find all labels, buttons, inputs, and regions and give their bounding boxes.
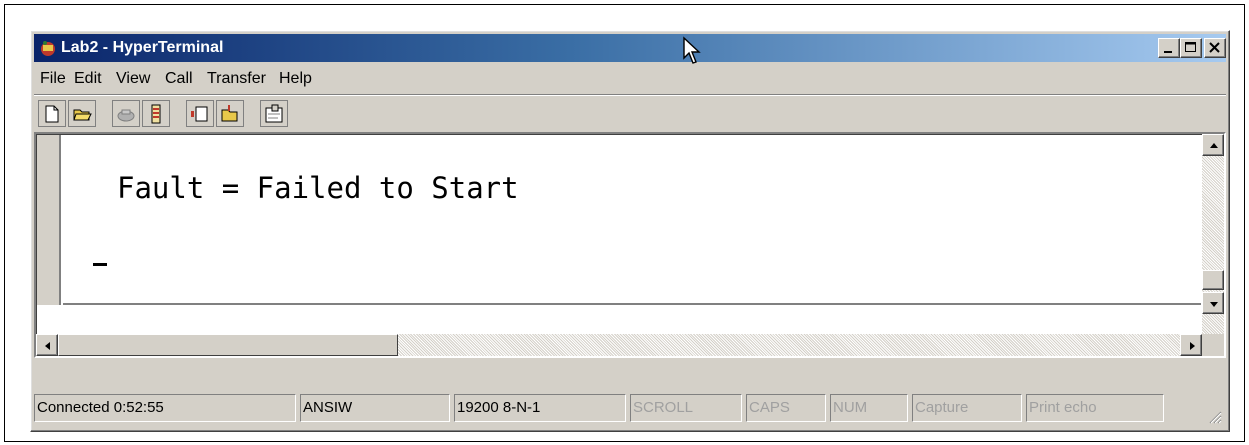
menu-help[interactable]: Help [279,70,312,88]
terminal-margin [37,135,61,305]
close-icon [1209,42,1220,53]
close-button[interactable] [1204,38,1226,58]
status-connected: Connected 0:52:55 [34,394,296,422]
maximize-button[interactable] [1180,38,1202,58]
properties-icon [265,104,283,123]
menu-bar: File Edit View Call Transfer Help [34,64,1226,92]
horizontal-scrollbar[interactable] [36,334,1202,356]
status-num: NUM [830,394,908,422]
status-caps: CAPS [746,394,826,422]
properties-button[interactable] [260,100,288,127]
hyperterminal-window: Lab2 - HyperTerminal File Edit View Call… [30,30,1230,432]
call-button[interactable] [112,100,140,127]
send-icon [191,106,208,122]
status-capture: Capture [912,394,1022,422]
terminal-page[interactable]: Fault = Failed to Start [63,135,1201,305]
toolbar [34,94,1226,129]
window-title: Lab2 - HyperTerminal [61,39,224,56]
menu-file[interactable]: File [40,70,66,88]
title-bar[interactable]: Lab2 - HyperTerminal [34,34,1226,64]
receive-icon [221,105,238,122]
resize-grip-icon[interactable] [1208,410,1222,424]
vertical-scrollbar[interactable] [1202,134,1224,336]
status-emulation: ANSIW [300,394,450,422]
menu-edit[interactable]: Edit [74,70,102,88]
scrollbar-corner [1202,334,1224,356]
new-connection-button[interactable] [38,100,66,127]
text-cursor [93,263,107,266]
mouse-pointer-icon [683,36,701,64]
scroll-up-button[interactable] [1202,134,1224,156]
arrow-right-icon [1190,342,1195,350]
status-port-settings: 19200 8-N-1 [454,394,626,422]
minimize-button[interactable] [1158,38,1180,58]
scroll-down-button[interactable] [1202,292,1224,314]
maximize-icon [1185,42,1196,52]
disconnect-button[interactable] [142,100,170,127]
open-icon [73,109,92,121]
arrow-left-icon [45,342,50,350]
hyperterminal-app-icon[interactable] [39,39,57,57]
minimize-icon [1164,51,1172,53]
arrow-up-icon [1210,143,1218,148]
horizontal-scroll-thumb[interactable] [58,334,398,356]
terminal-area: Fault = Failed to Start [34,132,1226,358]
call-icon [117,109,135,122]
terminal-viewport[interactable]: Fault = Failed to Start [36,134,1202,336]
menu-view[interactable]: View [116,70,150,88]
status-print-echo: Print echo [1026,394,1164,422]
disconnect-icon [151,104,161,124]
menu-call[interactable]: Call [165,70,193,88]
receive-button[interactable] [216,100,244,127]
send-button[interactable] [186,100,214,127]
terminal-output-line: Fault = Failed to Start [117,171,519,205]
open-button[interactable] [68,100,96,127]
new-icon [45,105,59,123]
menu-transfer[interactable]: Transfer [207,70,266,88]
scroll-left-button[interactable] [36,334,58,356]
scroll-right-button[interactable] [1180,334,1202,356]
arrow-down-icon [1210,302,1218,307]
status-bar: Connected 0:52:55 ANSIW 19200 8-N-1 SCRO… [34,364,1226,428]
vertical-scroll-thumb[interactable] [1202,270,1224,290]
status-scroll: SCROLL [630,394,742,422]
